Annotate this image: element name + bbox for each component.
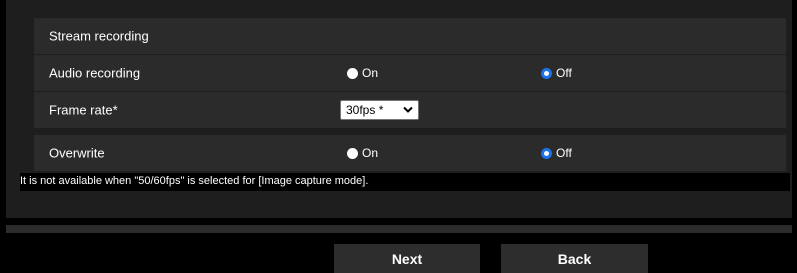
audio-recording-row: Audio recording On Off bbox=[34, 55, 786, 91]
audio-recording-label: Audio recording bbox=[49, 65, 141, 81]
overwrite-on-label: On bbox=[362, 146, 379, 160]
overwrite-row: Overwrite On Off bbox=[34, 135, 786, 171]
next-button[interactable]: Next bbox=[334, 244, 480, 273]
radio-checked-icon bbox=[541, 67, 552, 79]
overwrite-on-radio[interactable]: On bbox=[347, 146, 378, 160]
audio-recording-off-label: Off bbox=[556, 66, 572, 80]
section-header-row: Stream recording bbox=[34, 18, 786, 54]
chevron-down-icon bbox=[403, 106, 413, 113]
overwrite-off-radio[interactable]: Off bbox=[541, 146, 572, 160]
radio-unchecked-icon bbox=[347, 147, 358, 159]
frame-rate-note: It is not available when "50/60fps" is s… bbox=[20, 173, 790, 191]
frame-rate-select[interactable]: 30fps * bbox=[340, 100, 419, 120]
audio-recording-on-radio[interactable]: On bbox=[347, 66, 378, 80]
radio-unchecked-icon bbox=[347, 67, 358, 79]
frame-rate-row: Frame rate* 30fps * bbox=[34, 92, 786, 128]
settings-page: Stream recording Audio recording On Off … bbox=[0, 0, 797, 273]
overwrite-off-label: Off bbox=[556, 146, 572, 160]
audio-recording-on-label: On bbox=[362, 66, 379, 80]
radio-checked-icon bbox=[541, 147, 552, 159]
frame-rate-select-value: 30fps * bbox=[346, 103, 384, 117]
audio-recording-off-radio[interactable]: Off bbox=[541, 66, 572, 80]
section-title: Stream recording bbox=[49, 28, 149, 44]
overwrite-label: Overwrite bbox=[49, 145, 105, 161]
divider bbox=[6, 225, 792, 233]
back-button[interactable]: Back bbox=[501, 244, 648, 273]
frame-rate-label: Frame rate* bbox=[49, 102, 118, 118]
